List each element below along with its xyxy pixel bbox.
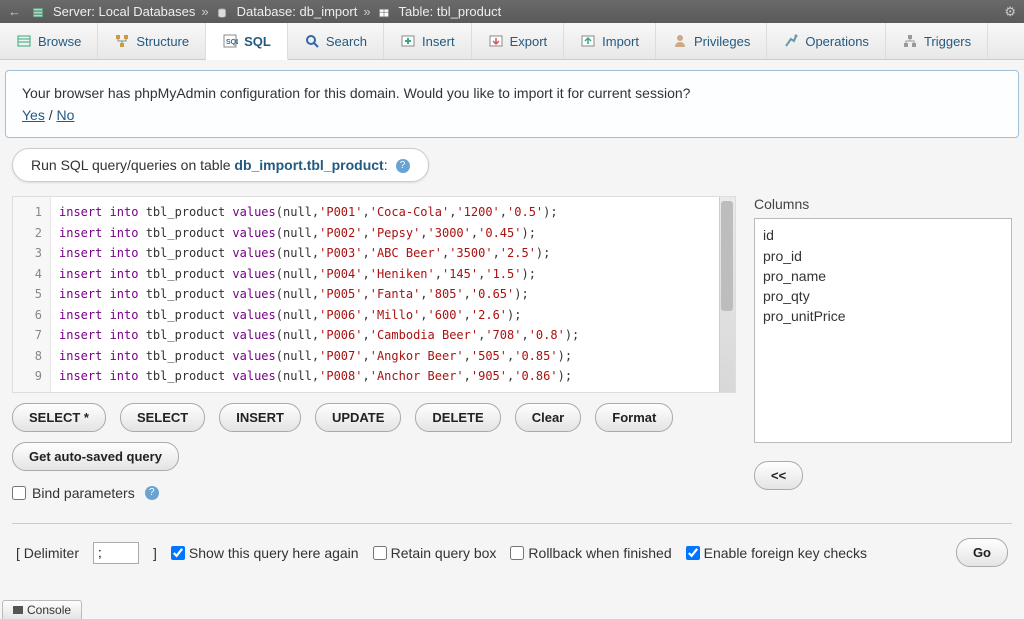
show-again-checkbox[interactable] bbox=[171, 546, 185, 560]
rollback-option[interactable]: Rollback when finished bbox=[510, 545, 671, 561]
editor-line: insert into tbl_product values(null,'P00… bbox=[59, 243, 727, 264]
insert-button[interactable]: INSERT bbox=[219, 403, 301, 432]
svg-text:SQL: SQL bbox=[226, 39, 238, 46]
tab-import[interactable]: Import bbox=[564, 23, 656, 59]
server-icon bbox=[31, 4, 47, 19]
editor-line: insert into tbl_product values(null,'P00… bbox=[59, 366, 727, 387]
tab-structure[interactable]: Structure bbox=[98, 23, 206, 59]
select-button[interactable]: SELECT bbox=[120, 403, 205, 432]
go-button[interactable]: Go bbox=[956, 538, 1008, 567]
breadcrumb-separator: » bbox=[201, 4, 208, 19]
columns-listbox[interactable]: idpro_idpro_namepro_qtypro_unitPrice bbox=[754, 218, 1012, 443]
main-tabs: Browse Structure SQLSQL Search Insert Ex… bbox=[0, 23, 1024, 60]
delimiter-label-open: [ Delimiter bbox=[16, 545, 79, 561]
column-item[interactable]: pro_unitPrice bbox=[763, 306, 1003, 326]
console-icon bbox=[13, 606, 23, 614]
column-item[interactable]: id bbox=[763, 225, 1003, 245]
help-icon[interactable]: ? bbox=[396, 159, 410, 173]
retain-option[interactable]: Retain query box bbox=[373, 545, 497, 561]
breadcrumb-bar: ← Server: Local Databases » Database: db… bbox=[0, 0, 1024, 23]
tab-export[interactable]: Export bbox=[472, 23, 565, 59]
editor-line: insert into tbl_product values(null,'P00… bbox=[59, 305, 727, 326]
gear-icon[interactable]: ⚙ bbox=[1004, 4, 1016, 20]
tab-operations[interactable]: Operations bbox=[767, 23, 886, 59]
breadcrumb-server[interactable]: Server: Local Databases bbox=[53, 4, 195, 19]
insert-column-button[interactable]: << bbox=[754, 461, 803, 490]
config-import-notice: Your browser has phpMyAdmin configuratio… bbox=[5, 70, 1019, 138]
editor-line: insert into tbl_product values(null,'P00… bbox=[59, 284, 727, 305]
help-icon[interactable]: ? bbox=[145, 486, 159, 500]
tab-privileges[interactable]: Privileges bbox=[656, 23, 767, 59]
fk-checkbox[interactable] bbox=[686, 546, 700, 560]
editor-line: insert into tbl_product values(null,'P00… bbox=[59, 223, 727, 244]
editor-gutter: 123456789 bbox=[13, 197, 51, 392]
tab-sql[interactable]: SQLSQL bbox=[206, 23, 288, 60]
breadcrumb-table[interactable]: Table: tbl_product bbox=[399, 4, 502, 19]
tab-search[interactable]: Search bbox=[288, 23, 384, 59]
table-icon bbox=[377, 4, 393, 19]
section-header: Run SQL query/queries on table db_import… bbox=[12, 148, 429, 182]
column-item[interactable]: pro_name bbox=[763, 266, 1003, 286]
back-arrow-icon[interactable]: ← bbox=[8, 4, 21, 19]
breadcrumb-separator: » bbox=[363, 4, 370, 19]
select-star-button[interactable]: SELECT * bbox=[12, 403, 106, 432]
notice-no-link[interactable]: No bbox=[57, 107, 75, 123]
query-footer: [ Delimiter ] Show this query here again… bbox=[12, 523, 1012, 573]
breadcrumb-database[interactable]: Database: db_import bbox=[237, 4, 358, 19]
delimiter-input[interactable] bbox=[93, 542, 139, 564]
tab-insert[interactable]: Insert bbox=[384, 23, 472, 59]
column-item[interactable]: pro_id bbox=[763, 246, 1003, 266]
update-button[interactable]: UPDATE bbox=[315, 403, 401, 432]
editor-line: insert into tbl_product values(null,'P00… bbox=[59, 346, 727, 367]
console-tab[interactable]: Console bbox=[2, 600, 82, 619]
bind-parameters-label: Bind parameters bbox=[32, 485, 135, 501]
tab-browse[interactable]: Browse bbox=[0, 23, 98, 59]
show-again-option[interactable]: Show this query here again bbox=[171, 545, 359, 561]
delimiter-label-close: ] bbox=[153, 545, 157, 561]
sql-editor[interactable]: 123456789 insert into tbl_product values… bbox=[12, 196, 736, 393]
delete-button[interactable]: DELETE bbox=[415, 403, 500, 432]
editor-line: insert into tbl_product values(null,'P00… bbox=[59, 202, 727, 223]
rollback-checkbox[interactable] bbox=[510, 546, 524, 560]
tab-triggers[interactable]: Triggers bbox=[886, 23, 988, 59]
notice-yes-link[interactable]: Yes bbox=[22, 107, 45, 123]
fk-option[interactable]: Enable foreign key checks bbox=[686, 545, 867, 561]
editor-line: insert into tbl_product values(null,'P00… bbox=[59, 264, 727, 285]
database-icon bbox=[215, 4, 231, 19]
column-item[interactable]: pro_qty bbox=[763, 286, 1003, 306]
editor-scrollbar[interactable] bbox=[719, 197, 735, 392]
format-button[interactable]: Format bbox=[595, 403, 673, 432]
retain-checkbox[interactable] bbox=[373, 546, 387, 560]
editor-line: insert into tbl_product values(null,'P00… bbox=[59, 325, 727, 346]
notice-text: Your browser has phpMyAdmin configuratio… bbox=[22, 85, 1002, 101]
editor-code[interactable]: insert into tbl_product values(null,'P00… bbox=[51, 197, 735, 392]
clear-button[interactable]: Clear bbox=[515, 403, 582, 432]
bind-parameters-checkbox[interactable] bbox=[12, 486, 26, 500]
get-autosaved-button[interactable]: Get auto-saved query bbox=[12, 442, 179, 471]
section-target: db_import.tbl_product bbox=[234, 157, 383, 173]
columns-panel-title: Columns bbox=[754, 196, 1012, 212]
